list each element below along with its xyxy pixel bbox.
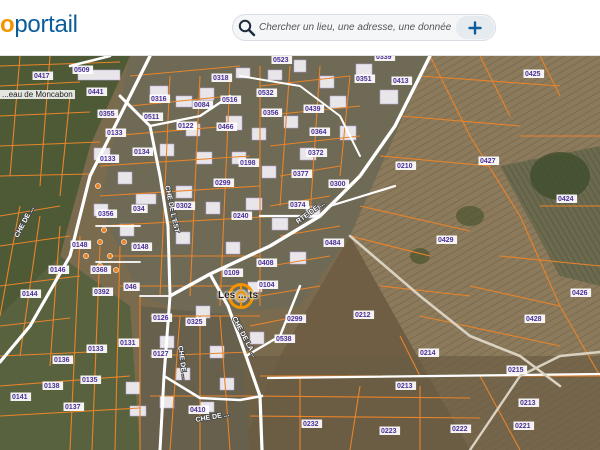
parcel-label: 0215 — [508, 367, 524, 374]
manor-label: ...eau de Moncabon — [0, 90, 75, 99]
parcel-label: 0133 — [88, 346, 104, 353]
parcel-label: 0532 — [258, 90, 274, 97]
parcel-label: 0351 — [356, 76, 372, 83]
parcel-label: 0214 — [420, 350, 436, 357]
parcel-label: 0136 — [54, 357, 70, 364]
parcel-label: 0135 — [82, 377, 98, 384]
parcel-label: 046 — [125, 284, 137, 291]
map-canvas[interactable]: CHE DE ... CHE DE L'EST RTE DE ... CHE D… — [0, 56, 600, 450]
parcel-label: 0426 — [572, 290, 588, 297]
parcel-label: 0392 — [94, 289, 110, 296]
parcel-label: 0138 — [44, 383, 60, 390]
parcel-label: 0538 — [276, 336, 292, 343]
parcel-label: 0374 — [290, 202, 306, 209]
search-bar[interactable] — [232, 14, 496, 41]
parcel-label: 0466 — [218, 124, 234, 131]
parcel-label: 0302 — [176, 203, 192, 210]
parcel-label: 0198 — [240, 160, 256, 167]
parcel-label: 0133 — [100, 156, 116, 163]
app-header: o portail — [0, 0, 600, 56]
geoportail-logo[interactable]: o portail — [0, 11, 78, 41]
parcel-label: 0144 — [22, 291, 38, 298]
search-input[interactable] — [259, 16, 455, 39]
parcel-label: 0484 — [325, 240, 341, 247]
parcel-label: 0410 — [190, 407, 206, 414]
parcel-label: 0300 — [330, 181, 346, 188]
parcel-label: 0316 — [151, 96, 167, 103]
parcel-label: 0427 — [480, 158, 496, 165]
parcel-label: 0356 — [98, 211, 114, 218]
parcel-label: 0137 — [65, 404, 81, 411]
parcel-label: 0417 — [34, 73, 50, 80]
parcel-label: 0223 — [381, 428, 397, 435]
parcel-label: 0355 — [99, 111, 115, 118]
parcel-label: 0511 — [144, 114, 159, 121]
parcel-label: 034 — [133, 206, 145, 213]
parcel-label: 0221 — [515, 423, 531, 430]
parcel-label: 0213 — [520, 400, 536, 407]
parcel-label: 0240 — [233, 213, 249, 220]
parcel-label: 0299 — [287, 316, 303, 323]
parcel-label: 0131 — [120, 340, 136, 347]
parcel-label: 0126 — [153, 315, 169, 322]
parcel-label: 0428 — [526, 316, 542, 323]
parcel-label: 0509 — [74, 67, 90, 74]
parcel-label: 0339 — [376, 56, 392, 61]
parcel-label: 0523 — [273, 57, 289, 64]
parcel-label: 0122 — [178, 123, 194, 130]
parcel-label: 0368 — [92, 267, 108, 274]
logo-text: portail — [14, 11, 78, 38]
parcel-label: 0516 — [222, 97, 238, 104]
parcel-label: 0325 — [187, 319, 203, 326]
parcel-label: 0084 — [194, 102, 210, 109]
parcel-label: 0127 — [153, 351, 169, 358]
add-button[interactable] — [456, 16, 494, 39]
parcel-label: 0429 — [438, 237, 454, 244]
parcel-label: 0109 — [224, 270, 240, 277]
parcel-label: 0372 — [308, 150, 324, 157]
parcel-label: 0364 — [311, 129, 327, 136]
parcel-label: 0318 — [213, 75, 229, 82]
parcel-label: 0232 — [303, 421, 319, 428]
search-icon[interactable] — [237, 18, 257, 38]
parcel-label: 0299 — [215, 180, 231, 187]
parcel-label: 0134 — [134, 149, 150, 156]
parcel-label: 0104 — [259, 282, 275, 289]
parcel-label: 0441 — [88, 89, 104, 96]
parcel-label: 0408 — [258, 260, 274, 267]
place-label: Les ... ts — [218, 290, 259, 301]
parcel-label: 0377 — [293, 171, 309, 178]
parcel-label: 0146 — [50, 267, 66, 274]
parcel-label: 0413 — [393, 78, 409, 85]
plus-icon — [468, 20, 482, 35]
logo-accent: o — [0, 11, 15, 38]
parcel-label: 0222 — [452, 426, 468, 433]
parcel-label: 0213 — [397, 383, 413, 390]
parcel-label: 0356 — [263, 110, 279, 117]
parcel-label: 0148 — [72, 242, 88, 249]
parcel-label: 0439 — [305, 106, 321, 113]
parcel-label: 0141 — [12, 394, 28, 401]
parcel-label: 0133 — [107, 130, 123, 137]
parcel-label: 0210 — [397, 163, 413, 170]
parcel-label: 0425 — [525, 71, 541, 78]
parcel-label: 0148 — [133, 244, 149, 251]
parcel-label: 0212 — [355, 312, 371, 319]
parcel-label: 0424 — [558, 196, 574, 203]
map-view[interactable]: CHE DE ... CHE DE L'EST RTE DE ... CHE D… — [0, 56, 600, 450]
